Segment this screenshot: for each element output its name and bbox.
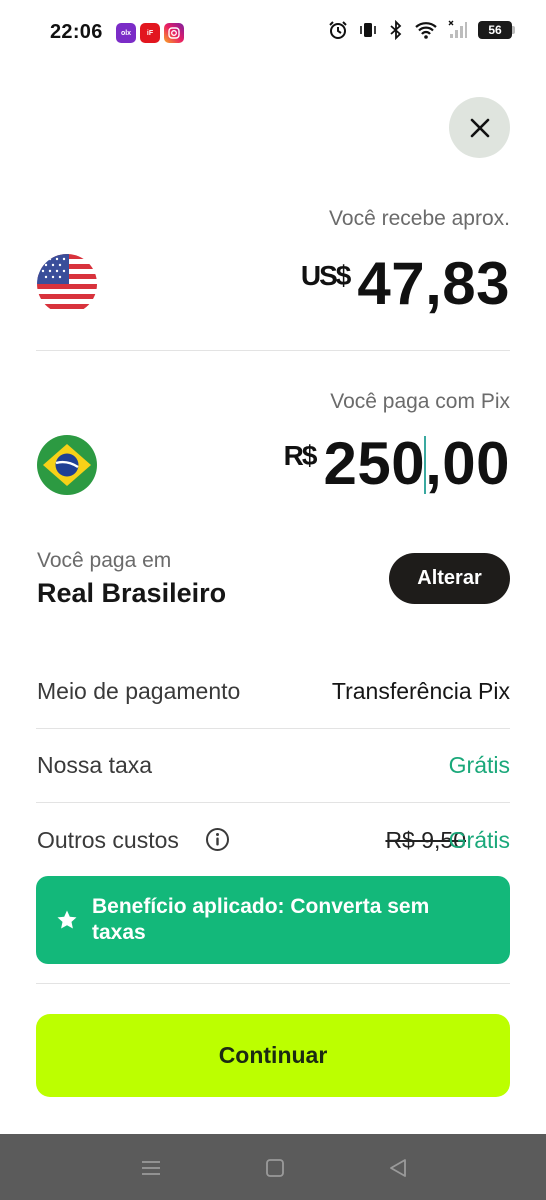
menu-icon[interactable] bbox=[139, 1156, 163, 1180]
divider bbox=[36, 802, 510, 803]
ifood-notification-icon: iF bbox=[140, 23, 160, 43]
alarm-icon bbox=[329, 21, 347, 39]
pay-amount-decimal: ,00 bbox=[425, 430, 510, 497]
wifi-icon bbox=[415, 22, 437, 39]
divider bbox=[36, 350, 510, 351]
fee-value: Grátis bbox=[448, 752, 510, 778]
divider bbox=[36, 728, 510, 729]
fee-label: Nossa taxa bbox=[37, 752, 153, 778]
vibrate-icon bbox=[360, 23, 376, 37]
brazil-flag-icon bbox=[37, 435, 97, 495]
close-icon bbox=[470, 118, 489, 137]
pay-amount-input[interactable]: R$ 250,00 bbox=[284, 432, 510, 496]
other-costs-value: Grátis bbox=[448, 827, 510, 853]
continue-button[interactable]: Continuar bbox=[36, 1014, 510, 1097]
pay-in-currency: Real Brasileiro bbox=[37, 578, 227, 608]
divider bbox=[36, 983, 510, 984]
status-time: 22:06 bbox=[50, 21, 103, 43]
receive-caption: Você recebe aprox. bbox=[329, 207, 510, 230]
battery-icon: 56 bbox=[478, 21, 515, 39]
star-icon bbox=[57, 910, 77, 929]
benefit-text: Benefício aplicado: Converta sem taxas bbox=[92, 895, 430, 944]
receive-currency-symbol: US$ bbox=[300, 260, 351, 291]
signal-icon bbox=[448, 20, 467, 38]
pay-amount-value[interactable]: 250,00 bbox=[323, 432, 510, 496]
receive-amount-value: 47,83 bbox=[357, 250, 510, 317]
info-icon[interactable] bbox=[205, 827, 230, 852]
system-icons: 56 bbox=[328, 20, 515, 40]
back-icon[interactable] bbox=[386, 1156, 410, 1180]
pay-amount-integer: 250 bbox=[323, 430, 426, 497]
close-button[interactable] bbox=[449, 97, 510, 158]
pay-caption: Você paga com Pix bbox=[330, 390, 510, 413]
pay-in-caption: Você paga em bbox=[37, 549, 172, 572]
receive-amount: US$ 47,83 bbox=[301, 252, 510, 316]
instagram-notification-icon bbox=[164, 23, 184, 43]
payment-method-label: Meio de pagamento bbox=[37, 678, 241, 704]
us-flag-icon bbox=[37, 254, 97, 314]
bluetooth-icon bbox=[390, 20, 402, 40]
navigation-bar bbox=[0, 1134, 546, 1200]
home-icon[interactable] bbox=[263, 1156, 287, 1180]
other-costs-label: Outros custos bbox=[37, 827, 179, 853]
benefit-banner: Benefício aplicado: Converta sem taxas bbox=[36, 876, 510, 964]
pay-currency-symbol: R$ bbox=[283, 440, 318, 471]
status-bar: 22:06 olx iF 56 bbox=[0, 0, 546, 66]
change-currency-button[interactable]: Alterar bbox=[389, 553, 510, 604]
payment-method-value: Transferência Pix bbox=[331, 678, 510, 704]
olx-notification-icon: olx bbox=[116, 23, 136, 43]
